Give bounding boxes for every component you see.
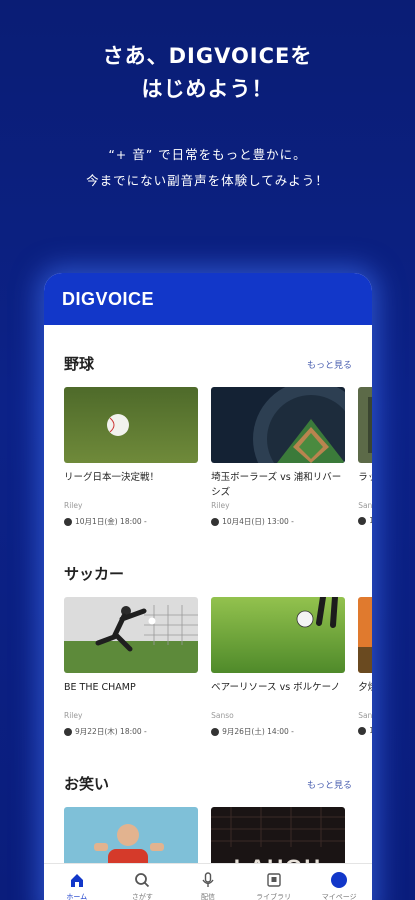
clock-icon	[211, 517, 220, 526]
promo-headline: さあ、DIGVOICEを はじめよう！	[0, 40, 415, 106]
content-card[interactable]: ラッ Sanso 10	[358, 387, 372, 525]
card-date: 10月4日(日) 13:00 -	[211, 516, 345, 527]
card-owner: Riley	[64, 501, 83, 510]
content-card[interactable]: BE THE CHAMP Riley 9月22日(木) 18:00 -	[64, 597, 198, 737]
card-date: 10	[358, 726, 372, 735]
tab-library[interactable]: ライブラリ	[241, 864, 307, 900]
card-thumbnail	[211, 387, 346, 463]
card-title: BE THE CHAMP	[64, 682, 136, 693]
see-more-link[interactable]: もっと見る	[307, 778, 352, 791]
content-card[interactable]: 夕焼 Sanso 10	[358, 597, 372, 735]
card-date: 9月26日(土) 14:00 -	[211, 726, 345, 737]
content-card[interactable]: リーグ日本一決定戦！ Riley 10月1日(金) 18:00 -	[64, 387, 198, 527]
tab-mypage[interactable]: マイページ	[306, 864, 372, 900]
section-title: 野球	[64, 355, 95, 373]
subtext-line-2: 今までにない副音声を体験してみよう！	[86, 173, 329, 188]
tab-label: ホーム	[66, 893, 88, 900]
app-screen: DIGVOICE 野球 もっと見る リーグ日本一決定戦！ Riley 10月1日…	[44, 273, 372, 900]
section-title: サッカー	[64, 565, 125, 583]
content-scroll[interactable]: 野球 もっと見る リーグ日本一決定戦！ Riley 10月1日(金) 18:00…	[44, 325, 372, 900]
content-card[interactable]: ベアーリソース vs ボルケーノ Sanso 9月26日(土) 14:00 -	[211, 597, 346, 737]
headline-line-1: さあ、DIGVOICEを	[102, 44, 313, 68]
card-owner: Sanso	[211, 711, 234, 720]
card-thumbnail	[211, 597, 346, 673]
search-icon	[135, 873, 150, 888]
card-thumbnail	[358, 387, 372, 463]
content-card[interactable]: 埼玉ボーラーズ vs 浦和リバーシズ Riley 10月4日(日) 13:00 …	[211, 387, 346, 527]
profile-icon	[331, 872, 348, 888]
card-date: 10	[358, 516, 372, 525]
card-owner: Riley	[211, 501, 230, 510]
card-owner: Riley	[64, 711, 83, 720]
card-owner: Sanso	[358, 501, 372, 510]
subtext-line-1: “+ 音” で日常をもっと豊かに。	[108, 147, 307, 162]
library-icon	[266, 873, 281, 887]
app-logo: DIGVOICE	[62, 288, 155, 309]
card-title: ラッ	[358, 472, 372, 483]
tab-label: さがす	[131, 893, 153, 900]
headline-line-2: はじめよう！	[141, 77, 274, 101]
card-date: 9月22日(木) 18:00 -	[64, 726, 198, 737]
clock-icon	[358, 516, 367, 525]
microphone-icon	[202, 872, 214, 887]
app-header: DIGVOICE	[44, 273, 372, 325]
card-row[interactable]: BE THE CHAMP Riley 9月22日(木) 18:00 - ベアーリ…	[64, 597, 372, 737]
bottom-tab-bar: ホーム さがす 配信 ライブラリ マイページ	[44, 863, 372, 900]
see-more-link[interactable]: もっと見る	[307, 358, 352, 371]
card-title: 埼玉ボーラーズ vs 浦和リバーシズ	[211, 472, 342, 498]
card-thumbnail	[64, 387, 198, 463]
tab-search[interactable]: さがす	[110, 864, 176, 900]
clock-icon	[64, 517, 72, 526]
tab-label: ライブラリ	[256, 893, 292, 900]
card-title: 夕焼	[358, 682, 372, 693]
card-title: ベアーリソース vs ボルケーノ	[211, 682, 341, 693]
card-title: リーグ日本一決定戦！	[64, 472, 160, 483]
clock-icon	[358, 726, 367, 735]
card-thumbnail	[64, 597, 198, 673]
section-title: お笑い	[64, 775, 110, 793]
promo-hero: さあ、DIGVOICEを はじめよう！ “+ 音” で日常をもっと豊かに。 今ま…	[0, 0, 415, 194]
tab-label: 配信	[200, 893, 215, 900]
card-date: 10月1日(金) 18:00 -	[64, 516, 198, 527]
tab-home[interactable]: ホーム	[44, 864, 110, 900]
clock-icon	[64, 727, 72, 736]
card-owner: Sanso	[358, 711, 372, 720]
tab-broadcast[interactable]: 配信	[175, 864, 241, 900]
clock-icon	[211, 727, 220, 736]
home-icon	[70, 874, 83, 887]
card-thumbnail	[358, 597, 372, 673]
promo-subtext: “+ 音” で日常をもっと豊かに。 今までにない副音声を体験してみよう！	[0, 142, 415, 194]
tab-label: マイページ	[321, 893, 357, 900]
card-row[interactable]: リーグ日本一決定戦！ Riley 10月1日(金) 18:00 - 埼玉ボーラー…	[64, 387, 372, 527]
